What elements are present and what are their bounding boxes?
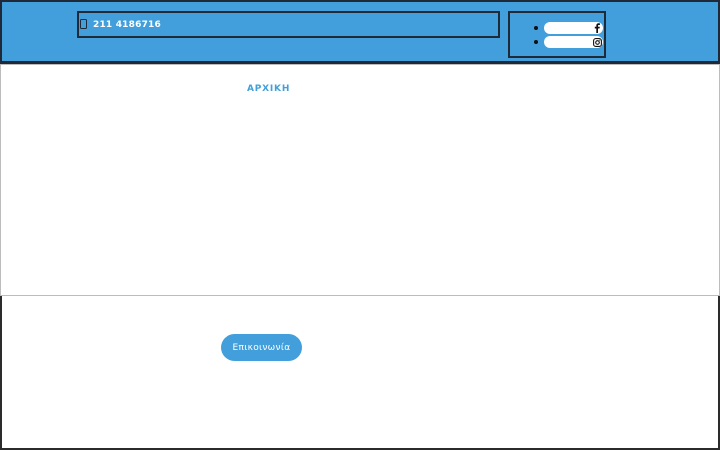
nav-home-link[interactable]: ΑΡΧΙΚΗ xyxy=(247,84,290,94)
facebook-link[interactable] xyxy=(544,22,603,34)
instagram-icon xyxy=(592,37,602,47)
phone-contact[interactable]: 211 4186716 xyxy=(77,11,500,38)
list-bullet xyxy=(534,40,538,44)
phone-number[interactable]: 211 4186716 xyxy=(93,20,161,30)
social-item-facebook xyxy=(534,21,603,34)
social-item-instagram xyxy=(534,35,603,48)
phone-icon xyxy=(80,19,89,30)
instagram-link[interactable] xyxy=(544,36,603,48)
list-bullet xyxy=(534,26,538,30)
main-navigation: ΑΡΧΙΚΗ xyxy=(0,64,720,296)
social-links-list xyxy=(534,21,603,49)
top-bar: 211 4186716 xyxy=(0,0,720,64)
social-links-box xyxy=(508,11,606,58)
contact-button[interactable]: Επικοινωνία xyxy=(221,334,302,361)
facebook-icon xyxy=(592,23,602,33)
